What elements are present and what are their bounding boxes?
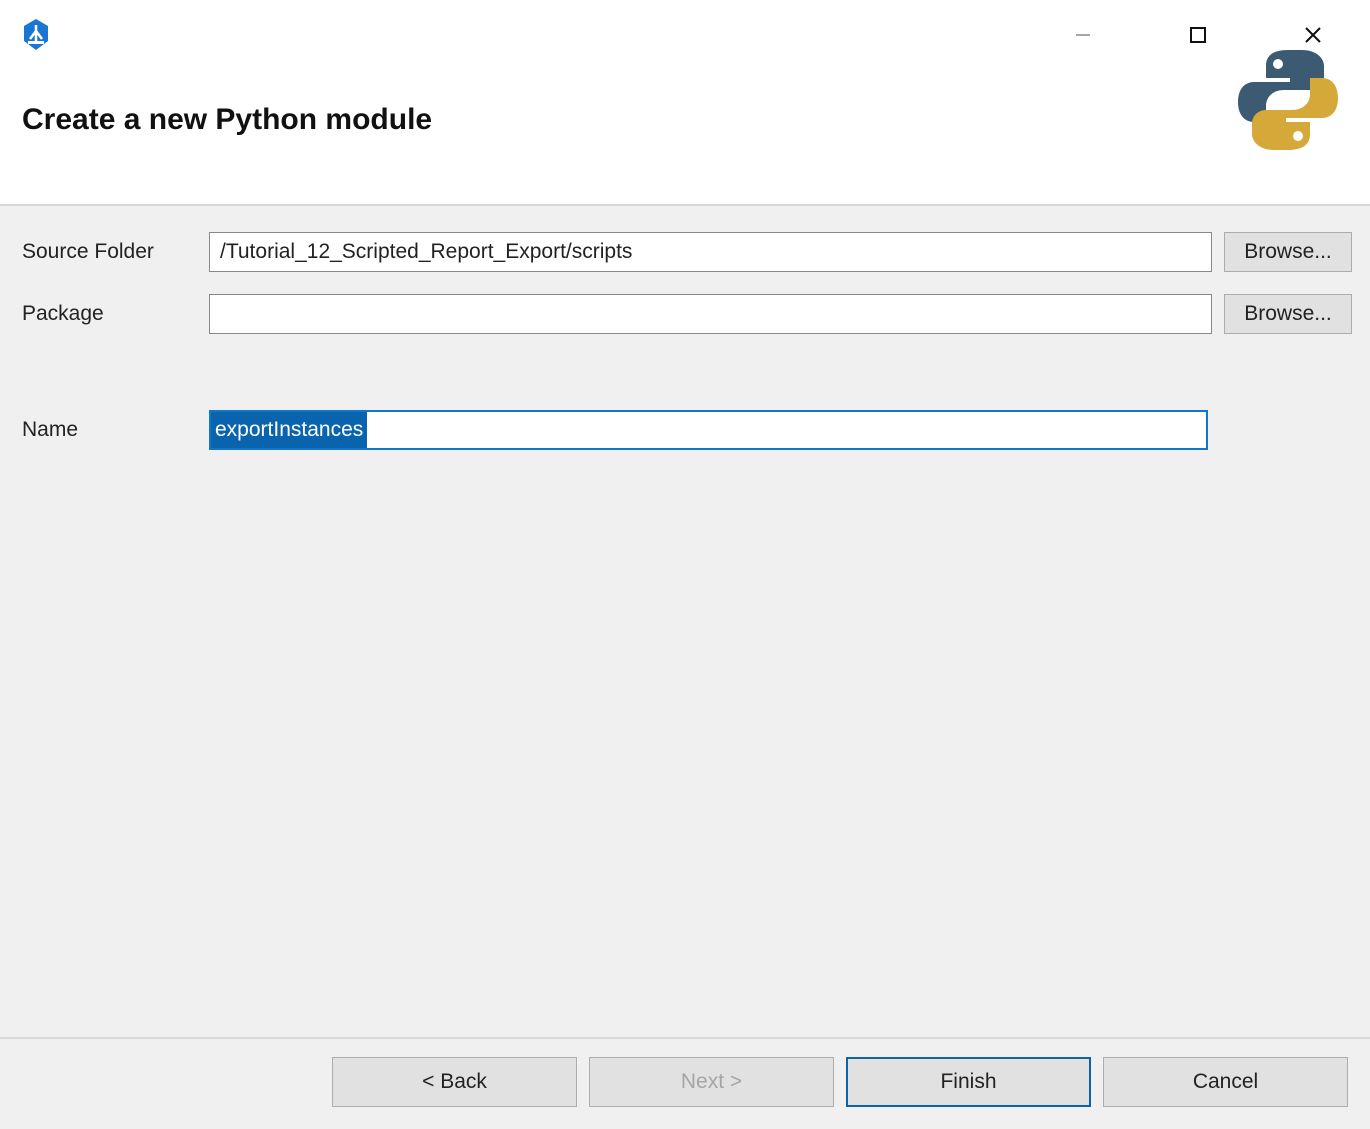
titlebar bbox=[0, 0, 1370, 70]
dialog-header: Create a new Python module bbox=[0, 70, 1370, 206]
name-input[interactable]: exportInstances bbox=[209, 410, 1208, 450]
source-folder-input[interactable] bbox=[209, 232, 1212, 272]
finish-button[interactable]: Finish bbox=[846, 1057, 1091, 1107]
back-button[interactable]: < Back bbox=[332, 1057, 577, 1107]
cancel-button[interactable]: Cancel bbox=[1103, 1057, 1348, 1107]
next-button: Next > bbox=[589, 1057, 834, 1107]
source-folder-label: Source Folder bbox=[22, 240, 197, 264]
dialog-footer: < Back Next > Finish Cancel bbox=[0, 1037, 1370, 1129]
source-folder-browse-button[interactable]: Browse... bbox=[1224, 232, 1352, 272]
dialog-body: Source Folder Browse... Package Browse..… bbox=[0, 206, 1370, 1037]
minimize-button[interactable] bbox=[1025, 7, 1140, 63]
name-label: Name bbox=[22, 418, 197, 442]
package-browse-button[interactable]: Browse... bbox=[1224, 294, 1352, 334]
python-logo-icon bbox=[1228, 40, 1348, 160]
source-folder-row: Source Folder Browse... bbox=[22, 232, 1352, 272]
name-input-selection: exportInstances bbox=[211, 412, 367, 448]
app-icon bbox=[18, 17, 54, 53]
page-title: Create a new Python module bbox=[22, 103, 1228, 137]
name-row: Name exportInstances bbox=[22, 410, 1352, 450]
package-row: Package Browse... bbox=[22, 294, 1352, 334]
package-input[interactable] bbox=[209, 294, 1212, 334]
package-label: Package bbox=[22, 302, 197, 326]
